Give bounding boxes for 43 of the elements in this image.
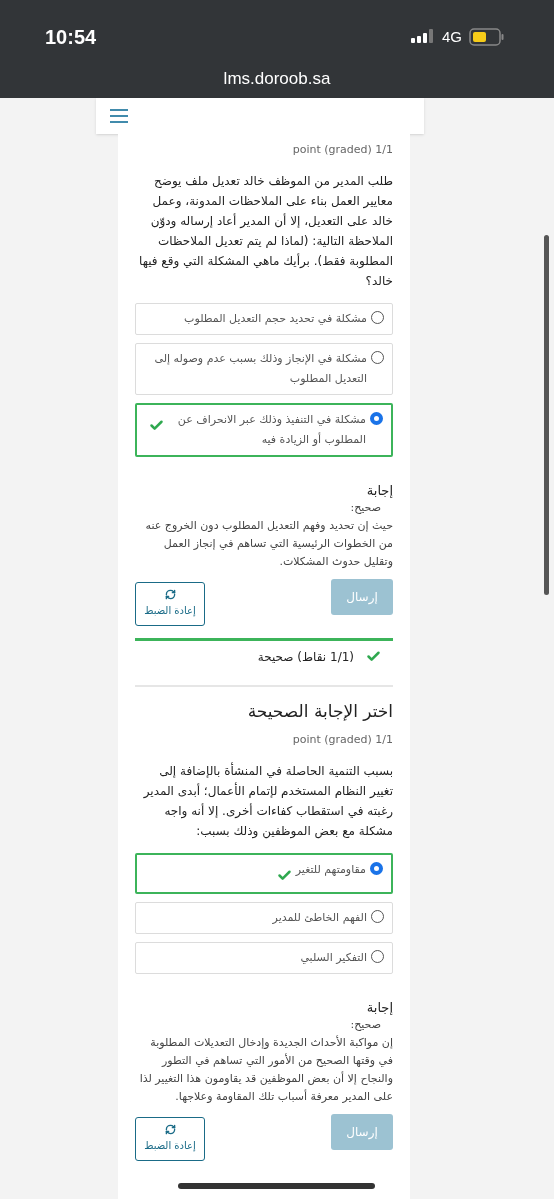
answer-heading: إجابة [365,481,393,500]
points-label: point (graded) 1/1 [291,732,393,748]
radio-button[interactable] [371,909,384,923]
menu-icon[interactable] [110,109,128,123]
reset-button[interactable]: إعادة الضبط [135,1116,205,1161]
battery-icon [469,28,505,46]
radio-button[interactable] [370,861,383,875]
option-label: مشكلة في الإنجاز وذلك بسبب عدم وصوله إلى التعديل المطلوب [153,350,367,387]
refresh-icon [164,1124,176,1135]
option-label: التفكير السلبي [300,949,367,966]
answer-verdict: صحيح: [349,500,382,516]
answer-option[interactable]: مشكلة في الإنجاز وذلك بسبب عدم وصوله إلى التعديل المطلوب [135,342,393,395]
question-text: بسبب التنمية الحاصلة في المنشأة بالإضافة إلى تغيير النظام المستخدم لإتمام الأعمال؛ أبدى المدير رغبته في استقطاب كفاءات أخرى. إلا أنه واجه مشكلة مع بعض الموظفين وذلك بسبب: [142,761,393,841]
answer-heading: إجابة [365,998,393,1017]
option-label: مشكلة في تحديد حجم التعديل المطلوب [184,310,367,327]
option-label: مشكلة في التنفيذ وذلك عبر الانحراف عن المطلوب أو الزيادة فيه [176,411,366,448]
answer-explanation: إن مواكبة الأحداث الجديدة وإدخال التعديلات المطلوبة في وقتها الصحيح من الأمور التي تساهم في التطور والنجاح إلا أن بعض الموظفين قد يقاومون هذا التغيير لذا على المدير معرفة أسباب تلك المقاومة وعلاجها. [138,1034,393,1105]
signal-icon [411,29,435,45]
answer-explanation: حيث إن تحديد وفهم التعديل المطلوب دون الخروج عنه من الخطوات الرئيسية التي تساهم في إنجاز العمل وتقليل حدوث المشكلات. [144,517,393,570]
answer-verdict: صحيح: [349,1017,382,1033]
reset-button[interactable]: إعادة الضبط [135,581,205,626]
answer-option[interactable]: مشكلة في التنفيذ وذلك عبر الانحراف عن المطلوب أو الزيادة فيه [135,402,393,457]
answer-option[interactable]: الفهم الخاطئ للمدير [135,901,393,934]
option-label: مقاومتهم للتغير [295,861,366,878]
question-title: اختر الإجابة الصحيحة [246,699,393,723]
answer-option[interactable]: مقاومتهم للتغير [135,852,393,894]
radio-button[interactable] [371,949,384,963]
url-label: lms.doroob.sa [222,68,332,90]
clock-time: 10:54 [45,25,97,50]
check-icon [276,867,292,883]
network-label: 4G [442,26,462,47]
answer-option[interactable]: مشكلة في تحديد حجم التعديل المطلوب [135,302,393,335]
option-label: الفهم الخاطئ للمدير [272,909,367,926]
refresh-icon [164,589,176,600]
radio-button[interactable] [370,411,383,425]
question-text: طلب المدير من الموظف خالد تعديل ملف يوضح معايير العمل بناء على الملاحظات المدونة، وعمل خالد على التعديل، إلا أن المدير أعاد إرساله ودوّن الملاحظة التالية: (لماذا لم يتم تعديل الملاحظات المطلوبة فقط). برأيك ماهي المشكلة التي وقع فيها خالد؟ [138,172,393,290]
radio-button[interactable] [371,310,384,324]
check-icon [149,417,164,433]
radio-button[interactable] [371,350,384,364]
points-label: point (graded) 1/1 [291,142,393,158]
answer-option[interactable]: التفكير السلبي [135,941,393,974]
check-icon [366,649,381,664]
result-label: (1/1 نقاط) صحيحة [257,648,354,666]
